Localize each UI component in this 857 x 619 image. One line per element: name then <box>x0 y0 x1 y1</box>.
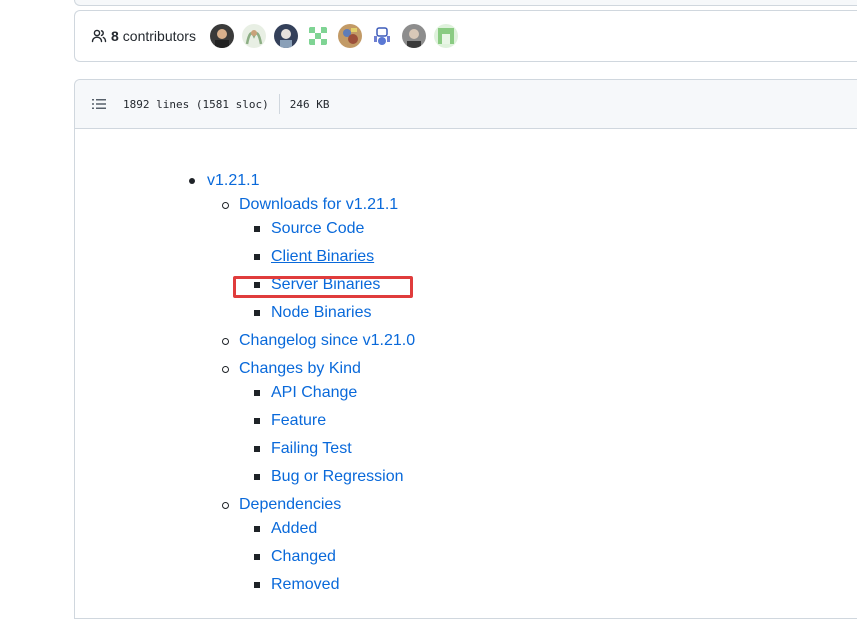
toc-link-changed[interactable]: Changed <box>271 547 336 567</box>
contributors-count: 8 <box>111 28 119 44</box>
avatar[interactable] <box>305 24 330 48</box>
toc-link-client-binaries[interactable]: Client Binaries <box>271 247 374 267</box>
list-bullet <box>254 446 260 452</box>
toc-link-changes-by-kind[interactable]: Changes by Kind <box>239 359 361 379</box>
list-bullet <box>254 390 260 396</box>
avatar[interactable] <box>401 24 426 48</box>
list-bullet <box>254 226 260 232</box>
list-bullet <box>254 526 260 532</box>
toc-link-added[interactable]: Added <box>271 519 317 539</box>
list-bullet <box>254 310 260 316</box>
avatar[interactable] <box>337 24 362 48</box>
toc-link-version[interactable]: v1.21.1 <box>207 171 259 191</box>
toc-link-feature[interactable]: Feature <box>271 411 326 431</box>
list-bullet <box>254 474 260 480</box>
file-header: 1892 lines (1581 sloc) 246 KB <box>75 80 857 129</box>
outline-list-icon[interactable] <box>91 96 107 112</box>
avatar[interactable] <box>433 24 458 48</box>
header-divider <box>278 94 280 114</box>
contributors-bar: 8 contributors <box>74 10 857 62</box>
file-size: 246 KB <box>289 97 330 111</box>
file-line-count: 1892 lines (1581 sloc) <box>123 97 269 111</box>
avatar[interactable] <box>241 24 266 48</box>
list-bullet <box>254 418 260 424</box>
list-bullet <box>222 502 229 509</box>
avatar[interactable] <box>369 24 394 48</box>
toc-link-downloads[interactable]: Downloads for v1.21.1 <box>239 195 398 215</box>
list-bullet <box>222 202 229 209</box>
toc-link-bug-or-regression[interactable]: Bug or Regression <box>271 467 404 487</box>
toc-link-node-binaries[interactable]: Node Binaries <box>271 303 372 323</box>
top-panel-edge <box>74 0 857 6</box>
file-viewer: 1892 lines (1581 sloc) 246 KB <box>74 79 857 619</box>
toc-link-removed[interactable]: Removed <box>271 575 339 595</box>
list-bullet <box>189 178 195 184</box>
annotation-highlight-box <box>233 276 413 298</box>
list-bullet <box>254 554 260 560</box>
contributor-avatars <box>209 24 466 48</box>
list-bullet <box>254 254 260 260</box>
toc-link-changelog[interactable]: Changelog since v1.21.0 <box>239 331 415 351</box>
avatar[interactable] <box>273 24 298 48</box>
list-bullet <box>222 366 229 373</box>
list-bullet <box>222 338 229 345</box>
toc-link-source-code[interactable]: Source Code <box>271 219 364 239</box>
list-bullet <box>254 582 260 588</box>
avatar[interactable] <box>209 24 234 48</box>
toc-link-dependencies[interactable]: Dependencies <box>239 495 341 515</box>
contributors-label: contributors <box>122 28 196 44</box>
toc-link-failing-test[interactable]: Failing Test <box>271 439 352 459</box>
people-icon <box>91 29 107 43</box>
contributors-link[interactable]: 8 contributors <box>91 28 196 44</box>
toc-link-api-change[interactable]: API Change <box>271 383 357 403</box>
